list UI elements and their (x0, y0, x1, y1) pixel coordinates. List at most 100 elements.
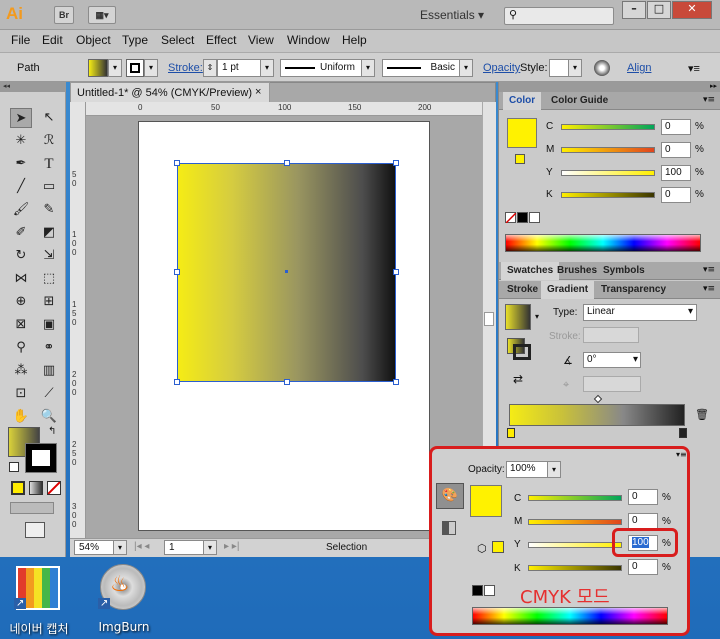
bounding-box-handle[interactable] (174, 379, 180, 385)
brush-dropdown[interactable]: ▾ (459, 59, 473, 77)
selection-tool-icon[interactable]: ➤ (10, 108, 32, 128)
tab-brushes[interactable]: Brushes (551, 262, 603, 280)
width-tool-icon[interactable]: ⋈ (10, 269, 32, 289)
gradient-slider[interactable] (509, 404, 685, 426)
column-graph-tool-icon[interactable]: ▥ (38, 361, 60, 381)
gradient-stop-start[interactable] (507, 428, 515, 438)
menu-effect[interactable]: Effect (206, 33, 236, 47)
artboard-tool-icon[interactable]: ⊡ (10, 384, 32, 404)
zoom-tool-icon[interactable]: 🔍 (38, 407, 60, 427)
style-dropdown[interactable]: ▾ (568, 59, 582, 77)
fill-dropdown[interactable]: ▾ (108, 59, 122, 77)
bounding-box-handle[interactable] (393, 379, 399, 385)
none-mode-button[interactable] (47, 481, 61, 495)
mesh-tool-icon[interactable]: ⊠ (10, 315, 32, 335)
blob-brush-tool-icon[interactable]: ✐ (10, 223, 32, 243)
bounding-box-handle[interactable] (284, 160, 290, 166)
free-transform-tool-icon[interactable]: ⬚ (38, 269, 60, 289)
line-tool-icon[interactable]: ╱ (10, 177, 32, 197)
bounding-box-handle[interactable] (393, 160, 399, 166)
panel-menu-icon[interactable]: ▾≡ (703, 284, 715, 294)
rectangle-tool-icon[interactable]: ▭ (38, 177, 60, 197)
color-palette-icon[interactable]: 🎨 (436, 483, 464, 509)
stroke-stepper[interactable]: ⇕ (203, 59, 217, 77)
magic-wand-tool-icon[interactable]: ✳ (10, 131, 32, 151)
gradient-stop-end[interactable] (679, 428, 687, 438)
panel-menu-icon[interactable]: ▾≡ (703, 95, 715, 105)
fill-color-preview[interactable] (470, 485, 502, 517)
stroke-label[interactable]: Stroke: (168, 62, 203, 74)
fill-color-preview[interactable] (507, 118, 537, 148)
gradient-type-select[interactable]: Linear ▾ (583, 304, 697, 321)
channel-k-slider[interactable] (528, 565, 622, 571)
stroke-weight-field[interactable]: 1 pt (217, 59, 261, 77)
maximize-button[interactable]: □ (647, 1, 671, 19)
channel-c-slider[interactable] (561, 124, 655, 130)
shape-builder-tool-icon[interactable]: ⊕ (10, 292, 32, 312)
paintbrush-tool-icon[interactable]: 🖌 (10, 200, 32, 220)
opacity-field[interactable]: 100% (506, 461, 548, 478)
symbol-sprayer-tool-icon[interactable]: ⁂ (10, 361, 32, 381)
eraser-tool-icon[interactable]: ◩ (38, 223, 60, 243)
drawing-modes[interactable] (10, 502, 54, 514)
swatch-libraries-icon[interactable] (442, 521, 456, 535)
pen-tool-icon[interactable]: ✒ (10, 154, 32, 174)
desktop-icon-label[interactable]: 네이버 캡처 (0, 620, 78, 637)
dock-collapse-bar[interactable]: ▸▸ (499, 82, 720, 92)
none-swatch[interactable] (505, 212, 517, 224)
variable-width-profile[interactable]: Uniform (280, 59, 362, 77)
arrange-documents-icon[interactable]: ▦▾ (88, 6, 116, 24)
artboard-nav-arrows-next[interactable]: ▸ ▸| (224, 541, 239, 552)
hand-tool-icon[interactable]: ✋ (10, 407, 32, 427)
perspective-grid-tool-icon[interactable]: ⊞ (38, 292, 60, 312)
black-swatch[interactable] (472, 585, 483, 596)
tab-transparency[interactable]: Transparency (595, 281, 672, 299)
search-help-input[interactable]: ⚲ (504, 7, 614, 25)
gradient-stroke-box[interactable] (513, 344, 531, 360)
color-mode-button[interactable] (11, 481, 25, 495)
brush-definition[interactable]: Basic (382, 59, 460, 77)
channel-y-field[interactable]: 100 (661, 165, 691, 181)
gradient-mode-button[interactable] (29, 481, 43, 495)
zoom-dropdown[interactable]: ▾ (113, 540, 127, 555)
menu-window[interactable]: Window (287, 33, 330, 47)
web-safe-swatch[interactable] (492, 541, 504, 553)
channel-m-slider[interactable] (561, 147, 655, 153)
direct-selection-tool-icon[interactable]: ↖ (38, 108, 60, 128)
channel-m-field[interactable]: 0 (661, 142, 691, 158)
tab-gradient[interactable]: Gradient (541, 281, 595, 299)
zoom-level-field[interactable]: 54% (74, 540, 114, 555)
reverse-gradient-icon[interactable]: ⇄ (513, 372, 523, 386)
type-tool-icon[interactable]: T (38, 154, 60, 174)
channel-y-slider[interactable] (561, 170, 655, 176)
style-swatch[interactable] (549, 59, 569, 77)
channel-c-field[interactable]: 0 (661, 119, 691, 135)
stroke-swatch[interactable] (126, 59, 144, 77)
channel-k-field[interactable]: 0 (628, 559, 658, 575)
white-swatch[interactable] (529, 212, 540, 223)
artboard-nav-arrows[interactable]: |◂ ◂ (134, 541, 149, 552)
menu-type[interactable]: Type (122, 33, 148, 47)
eyedropper-tool-icon[interactable]: ⚲ (10, 338, 32, 358)
workspace-switcher[interactable]: Essentials ▾ (420, 8, 484, 22)
close-window-button[interactable]: ✕ (672, 1, 712, 19)
color-spectrum[interactable] (472, 607, 668, 625)
channel-m-field[interactable]: 0 (628, 513, 658, 529)
menu-help[interactable]: Help (342, 33, 367, 47)
control-panel-menu-icon[interactable]: ▾≡ (688, 62, 700, 75)
bounding-box-handle[interactable] (174, 269, 180, 275)
tab-symbols[interactable]: Symbols (597, 262, 651, 280)
minimize-button[interactable]: – (622, 1, 646, 19)
menu-select[interactable]: Select (161, 33, 194, 47)
menu-edit[interactable]: Edit (42, 33, 63, 47)
document-tab[interactable]: Untitled-1* @ 54% (CMYK/Preview) × (70, 82, 270, 102)
blend-tool-icon[interactable]: ⚭ (38, 338, 60, 358)
bridge-button[interactable]: Br (54, 6, 74, 24)
tab-color-guide[interactable]: Color Guide (545, 92, 614, 110)
screen-mode-icon[interactable] (25, 522, 45, 538)
slice-tool-icon[interactable]: ⟋ (38, 384, 60, 404)
delete-stop-icon[interactable]: 🗑 (695, 408, 709, 421)
menu-view[interactable]: View (248, 33, 274, 47)
bounding-box-handle[interactable] (284, 379, 290, 385)
white-swatch[interactable] (484, 585, 495, 596)
